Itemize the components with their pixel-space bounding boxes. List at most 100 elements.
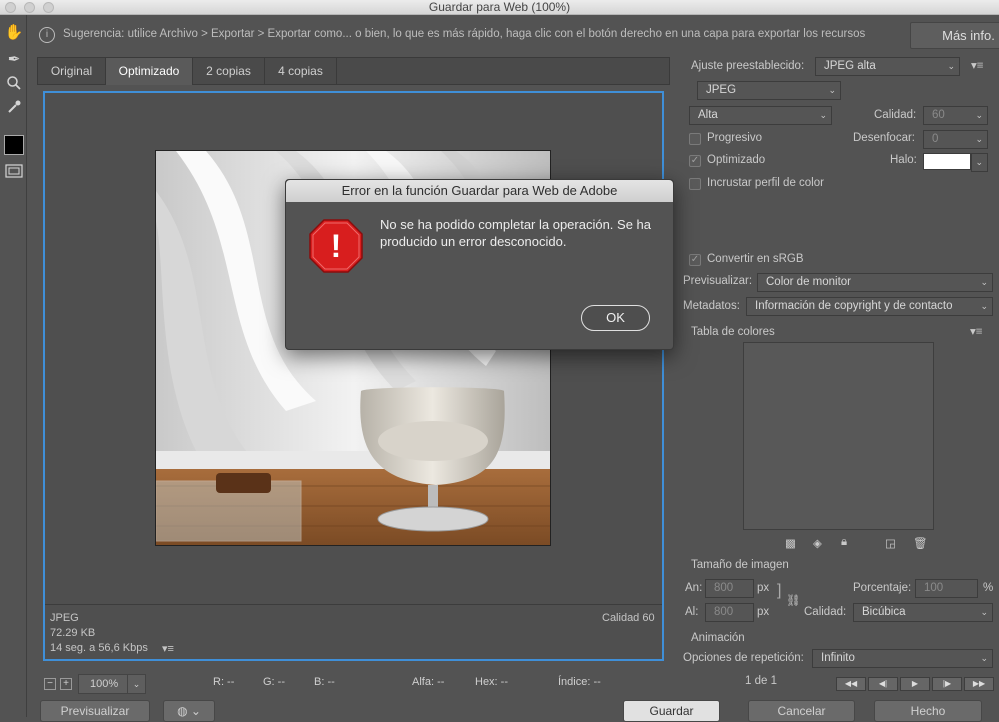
chevron-down-icon: ⌄ xyxy=(819,110,827,120)
width-unit: px xyxy=(757,582,770,594)
optimized-label: Optimizado xyxy=(707,154,766,166)
window-title: Guardar para Web (100%) xyxy=(428,0,571,14)
blur-label: Desenfocar: xyxy=(853,132,916,144)
frame-counter: 1 de 1 xyxy=(745,675,777,687)
convert-srgb-checkbox[interactable]: ✓ xyxy=(689,254,701,266)
percent-label: Porcentaje: xyxy=(853,582,912,594)
trash-icon[interactable]: 🗑︎ xyxy=(913,536,928,550)
tab-2-up[interactable]: 2 copias xyxy=(193,58,265,85)
green-readout: G: -- xyxy=(263,676,285,688)
preset-select[interactable]: JPEG alta ⌄ xyxy=(815,57,960,76)
format-value: JPEG xyxy=(706,84,737,96)
eyedropper-tool-icon[interactable] xyxy=(4,99,24,119)
slice-select-tool-icon[interactable]: ✒ xyxy=(4,50,24,70)
matte-dropdown[interactable]: ⌄ xyxy=(971,153,988,172)
chevron-down-icon: ⌄ xyxy=(980,277,988,287)
lock-color-icon[interactable]: 🔒︎ xyxy=(841,536,847,549)
preview-file-size: 72.29 KB xyxy=(50,627,96,639)
chevron-down-icon: ⌄ xyxy=(828,85,836,95)
convert-srgb-label: Convertir en sRGB xyxy=(707,253,804,265)
preview-button[interactable]: Previsualizar xyxy=(40,700,150,722)
tip-text: Sugerencia: utilice Archivo > Exportar >… xyxy=(63,28,866,40)
compression-select[interactable]: Alta ⌄ xyxy=(689,106,832,125)
resample-quality-select[interactable]: Bicúbica ⌄ xyxy=(853,603,993,622)
tab-optimized[interactable]: Optimizado xyxy=(106,58,193,85)
chevron-down-icon: ⌄ xyxy=(975,110,983,120)
more-info-button[interactable]: Más info. xyxy=(910,22,999,49)
optimized-checkbox[interactable]: ✓ xyxy=(689,155,701,167)
chevron-down-icon: ⌄ xyxy=(980,301,988,311)
progressive-label: Progresivo xyxy=(707,132,762,144)
loop-options-value: Infinito xyxy=(821,652,855,664)
tab-4-up[interactable]: 4 copias xyxy=(265,58,337,85)
percent-unit: % xyxy=(983,582,994,594)
error-dialog: Error en la función Guardar para Web de … xyxy=(285,179,674,350)
metadata-select[interactable]: Información de copyright y de contacto ⌄ xyxy=(746,297,993,316)
embed-profile-label: Incrustar perfil de color xyxy=(707,177,824,189)
metadata-label: Metadatos: xyxy=(683,300,740,312)
toggle-slices-icon[interactable] xyxy=(4,163,24,183)
play-icon[interactable]: ▶ xyxy=(900,677,930,691)
color-table-label: Tabla de colores xyxy=(691,326,775,338)
chevron-down-icon: ⌄ xyxy=(127,675,145,693)
color-table[interactable] xyxy=(743,342,934,530)
preview-quality: Calidad 60 xyxy=(602,612,655,624)
matte-label: Halo: xyxy=(890,154,917,166)
matte-color-swatch[interactable] xyxy=(923,153,971,170)
hand-tool-icon[interactable]: ✋ xyxy=(4,23,24,43)
format-select[interactable]: JPEG ⌄ xyxy=(697,81,841,100)
new-color-icon[interactable]: ◲ xyxy=(885,536,896,550)
previous-frame-icon[interactable]: ◀| xyxy=(868,677,898,691)
zoom-in-button[interactable]: + xyxy=(60,678,72,690)
preview-mode-select[interactable]: Color de monitor ⌄ xyxy=(757,273,993,292)
preview-mode-label: Previsualizar: xyxy=(683,275,753,287)
loop-options-select[interactable]: Infinito ⌄ xyxy=(812,649,993,668)
alpha-readout: Alfa: -- xyxy=(412,676,445,688)
width-label: An: xyxy=(685,582,703,594)
info-icon: i xyxy=(39,27,55,43)
stop-sign-icon: ! xyxy=(309,219,363,273)
chevron-down-icon: ⌄ xyxy=(975,134,983,144)
percent-field[interactable]: 100 xyxy=(915,579,978,598)
globe-icon: ◍ ⌄ xyxy=(177,704,201,718)
dialog-title: Error en la función Guardar para Web de … xyxy=(286,180,673,202)
blue-readout: B: -- xyxy=(314,676,335,688)
preset-menu-icon[interactable]: ▾≡ xyxy=(971,58,983,72)
image-size-label: Tamaño de imagen xyxy=(691,559,789,571)
height-field[interactable]: 800 xyxy=(705,603,754,622)
tip-bar: i Sugerencia: utilice Archivo > Exportar… xyxy=(28,20,999,52)
map-to-transparent-icon[interactable]: ▩ xyxy=(785,536,796,550)
width-field[interactable]: 800 xyxy=(705,579,754,598)
quality-label: Calidad: xyxy=(874,109,917,121)
eyedropper-color-swatch[interactable] xyxy=(4,135,24,155)
last-frame-icon[interactable]: ▶▶ xyxy=(964,677,994,691)
browser-preview-button[interactable]: ◍ ⌄ xyxy=(163,700,215,722)
blur-field[interactable]: 0 ⌄ xyxy=(923,130,988,149)
web-snap-icon[interactable]: ◈ xyxy=(813,536,822,550)
chevron-down-icon: ⌄ xyxy=(980,653,988,663)
quality-field[interactable]: 60 ⌄ xyxy=(923,106,988,125)
next-frame-icon[interactable]: |▶ xyxy=(932,677,962,691)
resample-quality-value: Bicúbica xyxy=(862,606,906,618)
preset-value: JPEG alta xyxy=(824,60,876,72)
stop-sign-mark: ! xyxy=(331,228,342,264)
preview-download-time: 14 seg. a 56,6 Kbps xyxy=(50,642,148,654)
index-readout: Índice: -- xyxy=(558,676,601,688)
zoom-out-button[interactable]: − xyxy=(44,678,56,690)
color-table-menu-icon[interactable]: ▾≡ xyxy=(970,324,982,338)
chevron-down-icon: ⌄ xyxy=(947,61,955,71)
embed-profile-checkbox[interactable] xyxy=(689,178,701,190)
first-frame-icon[interactable]: ◀◀ xyxy=(836,677,866,691)
link-icon[interactable]: ⛓ xyxy=(786,593,801,607)
red-readout: R: -- xyxy=(213,676,235,688)
progressive-checkbox[interactable] xyxy=(689,133,701,145)
download-speed-menu-icon[interactable]: ▾≡ xyxy=(162,642,174,655)
ok-button[interactable]: OK xyxy=(581,305,650,331)
animation-label: Animación xyxy=(691,632,745,644)
tab-original[interactable]: Original xyxy=(38,58,106,85)
zoom-tool-icon[interactable] xyxy=(4,75,24,95)
width-value: 800 xyxy=(714,582,734,594)
preview-info-separator xyxy=(45,604,662,605)
zoom-level-select[interactable]: 100% ⌄ xyxy=(78,674,146,694)
zoom-level-value: 100% xyxy=(90,678,119,690)
